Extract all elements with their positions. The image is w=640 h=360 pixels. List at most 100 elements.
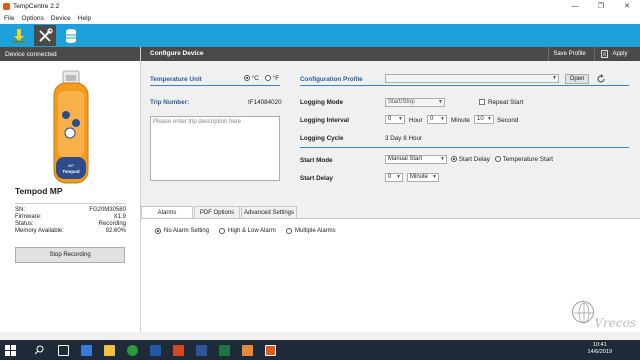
no-alarm-option[interactable]: No Alarm Setting bbox=[155, 228, 209, 234]
prop-row: Firmware: X1.9 bbox=[15, 214, 126, 221]
menu-file[interactable]: File bbox=[4, 15, 14, 22]
maximize-icon[interactable]: ❐ bbox=[588, 0, 614, 12]
refresh-icon[interactable] bbox=[596, 74, 606, 84]
start-delay-select[interactable]: 0 ▼ bbox=[385, 173, 403, 182]
prop-row: Status: Recording bbox=[15, 221, 126, 228]
divider bbox=[150, 85, 280, 86]
tempcentre-taskbar-icon[interactable] bbox=[265, 344, 276, 356]
clock-date: 14/6/2019 bbox=[587, 349, 612, 355]
database-button[interactable] bbox=[60, 25, 82, 46]
unit-celsius-option[interactable]: °C bbox=[244, 75, 259, 82]
device-image: MP Tempod bbox=[53, 70, 89, 184]
start-delay-radio-label: Start Delay bbox=[458, 156, 490, 163]
start-mode-value: Manual Start bbox=[388, 156, 423, 162]
chevron-down-icon: ▼ bbox=[487, 116, 492, 122]
configure-panel: Configure Device Save Profile Apply Temp… bbox=[141, 47, 640, 332]
interval-hour-select[interactable]: 0 ▼ bbox=[385, 115, 405, 124]
app-icon-orange[interactable] bbox=[242, 344, 253, 356]
device-name: Tempod MP bbox=[15, 186, 63, 196]
radio-start-delay[interactable] bbox=[451, 156, 457, 163]
unit-fahrenheit-label: °F bbox=[272, 75, 280, 82]
search-icon[interactable] bbox=[34, 345, 44, 355]
radio-celsius[interactable] bbox=[244, 75, 250, 82]
start-mode-select[interactable]: Manual Start ▼ bbox=[385, 155, 447, 164]
open-profile-button[interactable]: Open bbox=[565, 74, 589, 84]
wrench-screwdriver-icon bbox=[39, 27, 53, 42]
prop-row: Memory Available: 92.60% bbox=[15, 228, 126, 235]
temperature-start-radio-label: Temperature Start bbox=[502, 156, 554, 163]
device-panel: Device connected MP Tempod Tempod MP SN:… bbox=[0, 47, 141, 332]
menu-help[interactable]: Help bbox=[78, 15, 91, 22]
save-profile-button[interactable]: Save Profile bbox=[548, 47, 590, 61]
repeat-start-checkbox[interactable] bbox=[479, 99, 485, 105]
apply-icon bbox=[601, 50, 609, 58]
system-clock[interactable]: 10:41 14/6/2019 bbox=[588, 342, 612, 356]
download-button[interactable] bbox=[8, 25, 30, 46]
trip-number-value: IF14084020 bbox=[248, 99, 282, 106]
prop-value: X1.9 bbox=[113, 214, 126, 220]
logging-mode-select[interactable]: Start/Stop ▼ bbox=[385, 98, 445, 107]
chrome-icon[interactable] bbox=[127, 344, 138, 356]
prop-label: Memory Available: bbox=[15, 228, 64, 234]
window-controls: — ❐ ✕ bbox=[562, 0, 640, 12]
app-icon bbox=[3, 2, 10, 10]
chevron-down-icon: ▼ bbox=[398, 116, 403, 122]
interval-minute-select[interactable]: 0 ▼ bbox=[427, 115, 447, 124]
taskbar: 10:41 14/6/2019 bbox=[0, 340, 640, 360]
window-title: TempCentre 2.2 bbox=[13, 2, 60, 10]
radio-high-low-alarm[interactable] bbox=[219, 228, 225, 234]
unit-fahrenheit-option[interactable]: °F bbox=[265, 75, 279, 82]
start-delay-value: 0 bbox=[388, 174, 392, 180]
prop-label: Status: bbox=[15, 221, 34, 227]
menu-device[interactable]: Device bbox=[51, 15, 71, 22]
minimize-icon[interactable]: — bbox=[562, 0, 588, 12]
start-delay-unit-select[interactable]: Minute ▼ bbox=[407, 173, 439, 182]
temperature-start-option[interactable]: Temperature Start bbox=[495, 156, 553, 163]
apply-button[interactable]: Apply bbox=[594, 47, 634, 61]
radio-multiple-alarms[interactable] bbox=[286, 228, 292, 234]
radio-temperature-start[interactable] bbox=[495, 156, 501, 163]
chevron-down-icon: ▼ bbox=[432, 174, 437, 180]
divider bbox=[300, 85, 629, 86]
repeat-start-label: Repeat Start bbox=[488, 99, 524, 106]
trip-description-input[interactable]: Please enter trip description here bbox=[150, 116, 280, 181]
chevron-down-icon: ▼ bbox=[440, 156, 445, 162]
menu-bar: File Options Device Help bbox=[0, 12, 640, 24]
outlook-icon[interactable] bbox=[150, 344, 161, 356]
interval-hour-value: 0 bbox=[388, 116, 392, 122]
excel-icon[interactable] bbox=[219, 344, 230, 356]
device-properties: SN: FG20M30580 Firmware: X1.9 Status: Recor… bbox=[15, 203, 126, 235]
save-profile-label: Save Profile bbox=[553, 51, 586, 57]
radio-fahrenheit[interactable] bbox=[265, 75, 271, 82]
alarms-tab-content: No Alarm Setting High & Low Alarm Multip… bbox=[141, 218, 640, 332]
close-icon[interactable]: ✕ bbox=[614, 0, 640, 12]
interval-second-select[interactable]: 10 ▼ bbox=[474, 115, 494, 124]
logging-interval-label: Logging Interval bbox=[300, 117, 349, 124]
divider bbox=[300, 147, 629, 148]
multiple-alarms-label: Multiple Alarms bbox=[295, 228, 336, 234]
chevron-down-icon: ▼ bbox=[396, 174, 401, 180]
menu-options[interactable]: Options bbox=[21, 15, 43, 22]
file-explorer-icon[interactable] bbox=[104, 344, 115, 356]
svg-text:MP: MP bbox=[68, 163, 74, 168]
logging-mode-value: Start/Stop bbox=[388, 99, 415, 105]
multiple-alarms-option[interactable]: Multiple Alarms bbox=[286, 228, 336, 234]
chevron-down-icon: ▼ bbox=[440, 116, 445, 122]
stop-recording-button[interactable]: Stop Recording bbox=[15, 247, 125, 263]
chevron-down-icon: ▼ bbox=[552, 75, 557, 81]
edge-icon[interactable] bbox=[81, 344, 92, 356]
windows-start-icon[interactable] bbox=[5, 344, 16, 356]
radio-no-alarm[interactable] bbox=[155, 228, 161, 234]
toolbar bbox=[0, 24, 640, 47]
profile-select[interactable]: ▼ bbox=[385, 74, 559, 83]
configure-button[interactable] bbox=[34, 25, 56, 46]
high-low-alarm-option[interactable]: High & Low Alarm bbox=[219, 228, 276, 234]
temperature-unit-label: Temperature Unit bbox=[150, 76, 202, 83]
word-icon[interactable] bbox=[196, 344, 207, 356]
logging-cycle-value: 3 Day 8 Hour bbox=[385, 135, 423, 142]
unit-celsius-label: °C bbox=[251, 75, 259, 82]
task-view-icon[interactable] bbox=[58, 344, 69, 356]
download-icon bbox=[13, 28, 25, 43]
powerpoint-icon[interactable] bbox=[173, 344, 184, 356]
start-delay-option[interactable]: Start Delay bbox=[451, 156, 490, 163]
